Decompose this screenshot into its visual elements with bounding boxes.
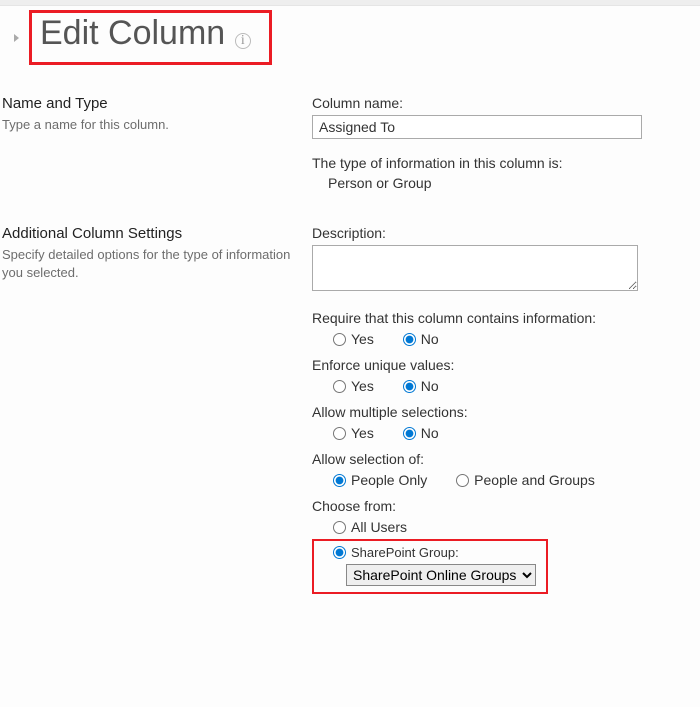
all-users[interactable]: All Users	[328, 519, 407, 535]
description-label: Description:	[312, 225, 700, 241]
additional-settings-sub: Specify detailed options for the type of…	[2, 246, 312, 281]
page-title: Edit Column	[40, 15, 225, 52]
people-and-groups-label: People and Groups	[474, 472, 595, 488]
caret-right-icon	[14, 34, 19, 42]
all-users-label: All Users	[351, 519, 407, 535]
require-no-label: No	[421, 331, 439, 347]
type-info-value: Person or Group	[328, 175, 700, 191]
require-label: Require that this column contains inform…	[312, 310, 700, 326]
description-textarea[interactable]	[312, 245, 638, 291]
people-only-label: People Only	[351, 472, 427, 488]
people-and-groups[interactable]: People and Groups	[451, 472, 595, 488]
additional-settings-header: Additional Column Settings	[2, 225, 312, 242]
title-highlight: Edit Column i	[29, 10, 272, 65]
require-no[interactable]: No	[398, 331, 439, 347]
multi-yes[interactable]: Yes	[328, 425, 374, 441]
sharepoint-group-highlight: SharePoint Group: SharePoint Online Grou…	[312, 539, 548, 594]
require-yes[interactable]: Yes	[328, 331, 374, 347]
multi-label: Allow multiple selections:	[312, 404, 700, 420]
name-type-sub: Type a name for this column.	[2, 116, 312, 134]
selection-of-label: Allow selection of:	[312, 451, 700, 467]
require-yes-label: Yes	[351, 331, 374, 347]
unique-no-label: No	[421, 378, 439, 394]
multi-no-label: No	[421, 425, 439, 441]
unique-yes-label: Yes	[351, 378, 374, 394]
people-only[interactable]: People Only	[328, 472, 427, 488]
info-icon[interactable]: i	[235, 33, 251, 49]
window-topbar	[0, 0, 700, 6]
column-name-label: Column name:	[312, 95, 700, 111]
multi-no[interactable]: No	[398, 425, 439, 441]
sharepoint-group-select[interactable]: SharePoint Online Groups	[346, 564, 536, 586]
unique-no[interactable]: No	[398, 378, 439, 394]
column-name-input[interactable]	[312, 115, 642, 139]
choose-from-label: Choose from:	[312, 498, 700, 514]
sharepoint-group[interactable]: SharePoint Group:	[328, 545, 459, 560]
unique-label: Enforce unique values:	[312, 357, 700, 373]
unique-yes[interactable]: Yes	[328, 378, 374, 394]
multi-yes-label: Yes	[351, 425, 374, 441]
name-type-header: Name and Type	[2, 95, 312, 112]
type-info-label: The type of information in this column i…	[312, 155, 700, 171]
sharepoint-group-label: SharePoint Group:	[351, 545, 459, 560]
